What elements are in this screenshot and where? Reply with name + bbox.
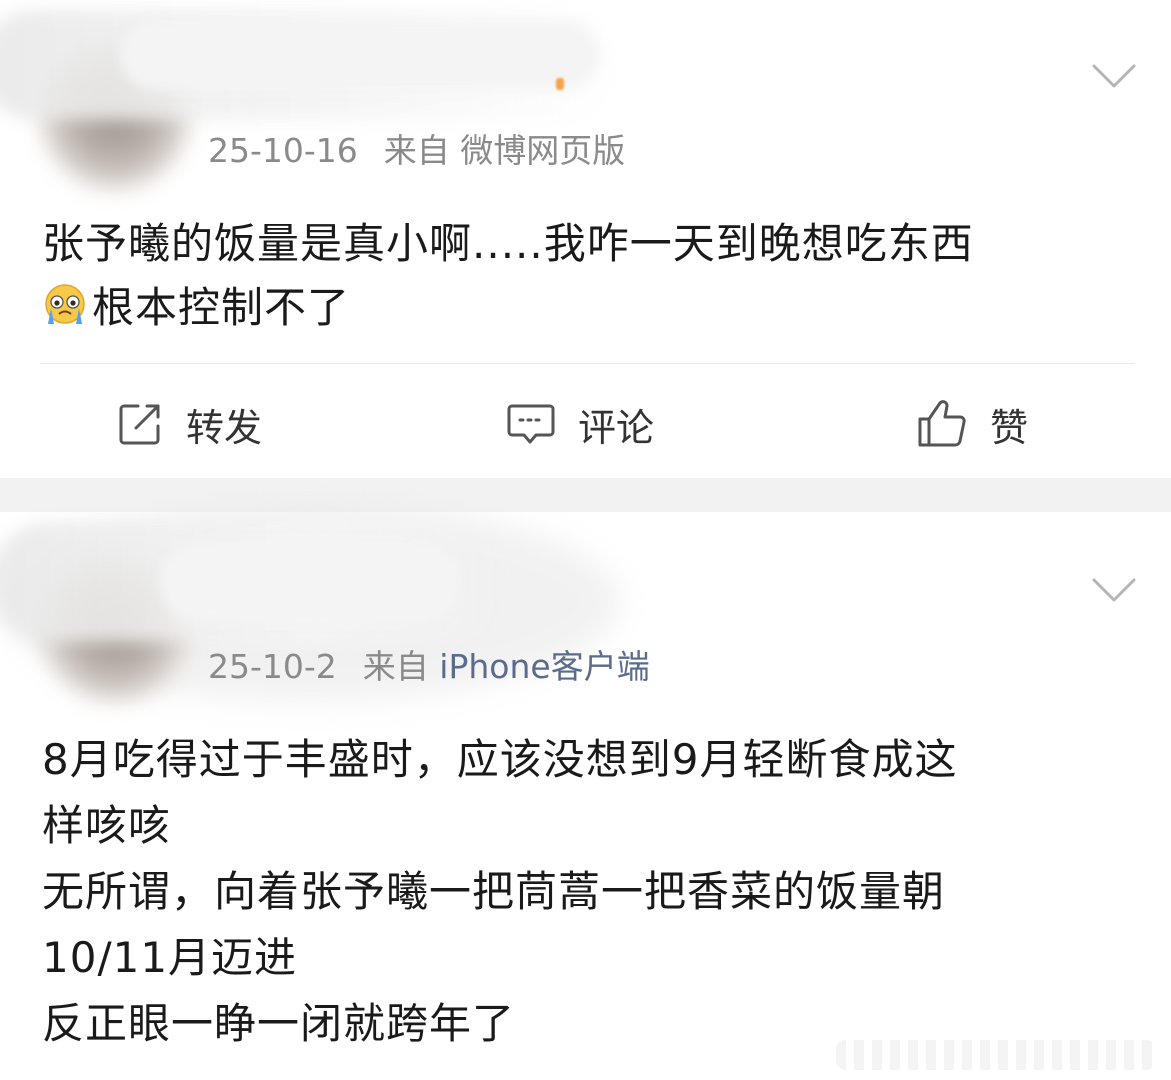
post-date: 25-10-2 bbox=[208, 647, 337, 686]
post-text-line: 10/11月迈进 bbox=[42, 933, 298, 982]
username-highlight bbox=[120, 20, 600, 90]
action-divider bbox=[40, 363, 1134, 364]
comment-button[interactable]: 评论 bbox=[506, 398, 654, 450]
vip-badge-icon bbox=[556, 78, 564, 90]
post-source[interactable]: iPhone客户端 bbox=[439, 647, 649, 686]
from-label: 来自 bbox=[362, 647, 429, 686]
chevron-down-icon[interactable] bbox=[1090, 58, 1138, 94]
post-date: 25-10-16 bbox=[208, 131, 358, 170]
crying-face-emoji bbox=[42, 282, 88, 328]
post-text-line: 根本控制不了 bbox=[42, 274, 350, 335]
watermark bbox=[836, 1040, 1156, 1070]
post-card: 25-10-16 来自 微博网页版 张予曦的饭量是真小啊.....我咋一天到晚想吃… bbox=[0, 0, 1171, 478]
repost-icon bbox=[119, 404, 160, 445]
post-meta: 25-10-2 来自 iPhone客户端 bbox=[208, 640, 650, 688]
like-button[interactable]: 赞 bbox=[916, 398, 1028, 450]
username-highlight bbox=[160, 542, 460, 622]
repost-label: 转发 bbox=[186, 405, 263, 450]
chevron-down-icon[interactable] bbox=[1090, 572, 1138, 608]
post-source[interactable]: 微博网页版 bbox=[460, 131, 625, 170]
thumbs-up-icon bbox=[918, 400, 966, 447]
post-separator bbox=[0, 478, 1171, 512]
like-label: 赞 bbox=[990, 405, 1029, 450]
from-label: 来自 bbox=[383, 131, 450, 170]
post-meta: 25-10-16 来自 微博网页版 bbox=[208, 124, 625, 172]
post-text-line: 反正眼一睁一闭就跨年了 bbox=[42, 999, 516, 1048]
post-text-line: 张予曦的饭量是真小啊.....我咋一天到晚想吃东西 bbox=[42, 219, 974, 268]
weibo-feed: 25-10-16 来自 微博网页版 张予曦的饭量是真小啊.....我咋一天到晚想吃… bbox=[0, 0, 1171, 1080]
post-card: 25-10-2 来自 iPhone客户端 8月吃得过于丰盛时，应该没想到9月轻断食… bbox=[0, 502, 1171, 1080]
post-text-line: 8月吃得过于丰盛时，应该没想到9月轻断食成这 bbox=[42, 735, 958, 784]
repost-button[interactable]: 转发 bbox=[116, 398, 262, 450]
post-text-segment: 根本控制不了 bbox=[92, 283, 351, 332]
post-text-line: 无所谓，向着张予曦一把茼蒿一把香菜的饭量朝 bbox=[42, 867, 946, 916]
post-text-line: 样咳咳 bbox=[42, 801, 172, 850]
comment-label: 评论 bbox=[578, 405, 655, 450]
comment-icon bbox=[507, 404, 555, 444]
